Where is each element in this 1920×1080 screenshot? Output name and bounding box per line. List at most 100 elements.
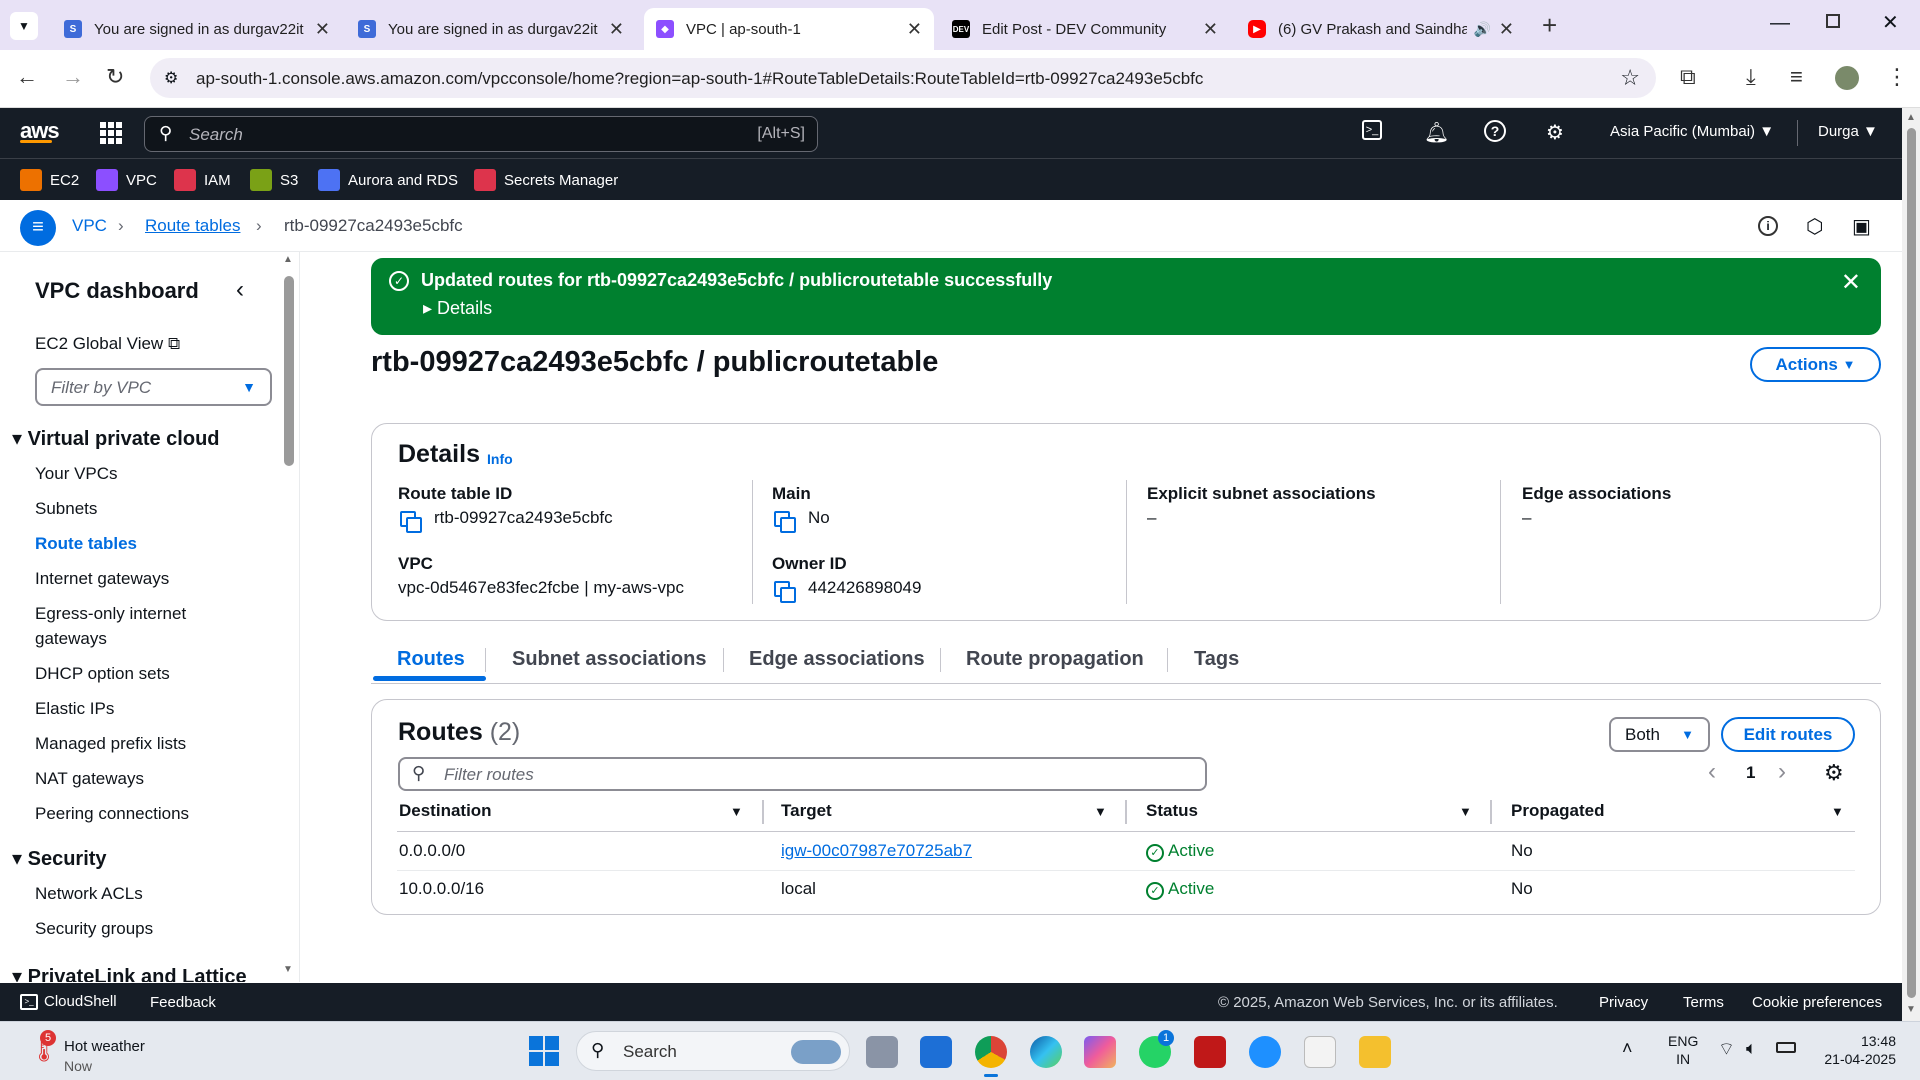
browser-tab[interactable]: ▶ (6) GV Prakash and Saindha 🔊 ✕ [1236, 8, 1526, 50]
browser-tab[interactable]: S You are signed in as durgav22it ✕ [346, 8, 636, 50]
sort-caret-icon[interactable]: ▼ [1459, 804, 1472, 819]
copy-icon[interactable] [774, 510, 796, 533]
close-tab-icon[interactable]: ✕ [315, 19, 330, 40]
section-virtual-private-cloud[interactable]: ▾ Virtual private cloud [12, 426, 220, 451]
prev-page-icon[interactable]: ‹ [1708, 758, 1716, 786]
edge-icon[interactable] [1030, 1036, 1062, 1068]
help-icon[interactable]: ? [1484, 120, 1506, 142]
extensions-icon[interactable]: ⧉ [1680, 64, 1696, 90]
close-flash-icon[interactable]: ✕ [1841, 268, 1861, 297]
close-tab-icon[interactable]: ✕ [1499, 19, 1514, 40]
edit-routes-button[interactable]: Edit routes [1721, 717, 1855, 752]
services-grid-icon[interactable] [100, 122, 122, 144]
show-hidden-icons[interactable]: ˄ [1622, 1038, 1633, 1059]
mcafee-icon[interactable] [1194, 1036, 1226, 1068]
close-tab-icon[interactable]: ✕ [609, 19, 624, 40]
sort-caret-icon[interactable]: ▼ [1094, 804, 1107, 819]
table-settings-gear-icon[interactable]: ⚙ [1824, 760, 1844, 786]
terms-link[interactable]: Terms [1683, 994, 1724, 1011]
minimize-icon[interactable]: — [1770, 12, 1790, 35]
sidebar-item-route-tables[interactable]: Route tables [35, 534, 137, 554]
info-link[interactable]: Info [487, 451, 513, 467]
sidebar-item-your-vpcs[interactable]: Your VPCs [35, 464, 118, 484]
volume-icon[interactable]: 🔈︎ [1746, 1038, 1757, 1059]
sort-caret-icon[interactable]: ▼ [1831, 804, 1844, 819]
back-icon[interactable]: ← [16, 64, 38, 90]
help-app-icon[interactable] [1249, 1036, 1281, 1068]
page-number[interactable]: 1 [1746, 763, 1755, 783]
scroll-down-icon[interactable]: ▼ [1906, 1004, 1916, 1015]
menu-toggle-icon[interactable]: ≡ [20, 210, 56, 246]
sidebar-scrollbar[interactable] [284, 276, 294, 466]
favorite-ec2[interactable]: EC2 [20, 169, 79, 191]
column-header-status[interactable]: Status [1146, 801, 1198, 821]
sidebar-item-prefix-lists[interactable]: Managed prefix lists [35, 734, 186, 754]
wifi-icon[interactable]: ⌔ [1718, 1038, 1735, 1061]
flash-details-toggle[interactable]: ▸ Details [423, 298, 492, 319]
tab-subnet-associations[interactable]: Subnet associations [512, 648, 707, 671]
collapse-sidebar-icon[interactable]: ‹ [236, 276, 244, 304]
windows-start-icon[interactable] [529, 1036, 559, 1066]
sidebar-item-internet-gateways[interactable]: Internet gateways [35, 569, 169, 589]
region-selector[interactable]: Asia Pacific (Mumbai) ▼ [1610, 123, 1774, 140]
close-tab-icon[interactable]: ✕ [1203, 19, 1218, 40]
cloudshell-footer-link[interactable]: >_ CloudShell [20, 993, 117, 1011]
scroll-up-icon[interactable]: ▲ [1906, 112, 1916, 123]
url-field[interactable]: ⚙ ap-south-1.console.aws.amazon.com/vpcc… [150, 58, 1656, 98]
breadcrumb-vpc[interactable]: VPC [72, 216, 107, 236]
chrome-icon[interactable] [975, 1036, 1007, 1068]
download-icon[interactable]: ⤓ [1746, 64, 1756, 90]
feedback-link[interactable]: Feedback [150, 994, 216, 1011]
column-header-destination[interactable]: Destination [399, 801, 492, 821]
bookmark-star-icon[interactable]: ☆ [1620, 65, 1640, 91]
store-icon[interactable] [1304, 1036, 1336, 1068]
copilot-icon[interactable] [1084, 1036, 1116, 1068]
aws-logo[interactable]: aws [20, 118, 60, 143]
tab-edge-associations[interactable]: Edge associations [749, 648, 925, 671]
profile-avatar[interactable] [1835, 66, 1859, 90]
column-header-target[interactable]: Target [781, 801, 832, 821]
forward-icon[interactable]: → [62, 64, 84, 90]
browser-tab[interactable]: S You are signed in as durgav22it ✕ [52, 8, 342, 50]
notifications-bell-icon[interactable]: 🔔︎ [1424, 120, 1449, 145]
ec2-global-view-link[interactable]: EC2 Global View ⧉ [35, 334, 180, 354]
actions-button[interactable]: Actions ▼ [1750, 347, 1881, 382]
tab-routes[interactable]: Routes [397, 648, 465, 671]
hp-app-icon[interactable] [920, 1036, 952, 1068]
section-security[interactable]: ▾ Security [12, 846, 107, 871]
sidebar-item-peering[interactable]: Peering connections [35, 804, 189, 824]
language-indicator[interactable]: ENG IN [1668, 1032, 1698, 1068]
page-scrollbar[interactable]: ▲ ▼ [1902, 108, 1920, 1021]
media-icon[interactable]: ≡ [1790, 64, 1803, 90]
section-privatelink[interactable]: ▾ PrivateLink and Lattice [12, 964, 247, 982]
sidebar-item-nat-gateways[interactable]: NAT gateways [35, 769, 144, 789]
weather-widget[interactable]: 🌡︎ 5 Hot weather Now [24, 1030, 184, 1074]
sidebar-item-network-acls[interactable]: Network ACLs [35, 884, 143, 904]
task-view-icon[interactable] [866, 1036, 898, 1068]
favorite-vpc[interactable]: VPC [96, 169, 157, 191]
settings-gear-icon[interactable]: ⚙ [1546, 120, 1564, 145]
tab-tags[interactable]: Tags [1194, 648, 1239, 671]
sidebar-item-dhcp[interactable]: DHCP option sets [35, 664, 170, 684]
taskbar-search[interactable]: ⚲ Search [576, 1031, 850, 1071]
breadcrumb-route-tables[interactable]: Route tables [145, 216, 240, 236]
sidebar-item-security-groups[interactable]: Security groups [35, 919, 153, 939]
restore-icon[interactable] [1826, 14, 1840, 28]
close-window-icon[interactable]: ✕ [1882, 10, 1899, 35]
column-resizer[interactable] [762, 800, 764, 824]
sidebar-item-subnets[interactable]: Subnets [35, 499, 97, 519]
sort-caret-icon[interactable]: ▼ [730, 804, 743, 819]
cookie-preferences-link[interactable]: Cookie preferences [1752, 994, 1882, 1011]
filter-by-vpc-select[interactable]: Filter by VPC ▼ [35, 368, 272, 406]
favorite-aurora-rds[interactable]: Aurora and RDS [318, 169, 458, 191]
tab-route-propagation[interactable]: Route propagation [966, 648, 1144, 671]
tab-search-button[interactable]: ▼ [10, 12, 38, 40]
sidebar-item-elastic-ips[interactable]: Elastic IPs [35, 699, 114, 719]
copy-icon[interactable] [774, 580, 796, 603]
copy-icon[interactable] [400, 510, 422, 533]
cell-target-link[interactable]: igw-00c07987e70725ab7 [781, 841, 972, 861]
close-tab-icon[interactable]: ✕ [907, 19, 922, 40]
column-header-propagated[interactable]: Propagated [1511, 801, 1605, 821]
browser-tab[interactable]: DEV Edit Post - DEV Community ✕ [940, 8, 1230, 50]
sidebar-item-egress-only[interactable]: gateways [35, 629, 107, 649]
